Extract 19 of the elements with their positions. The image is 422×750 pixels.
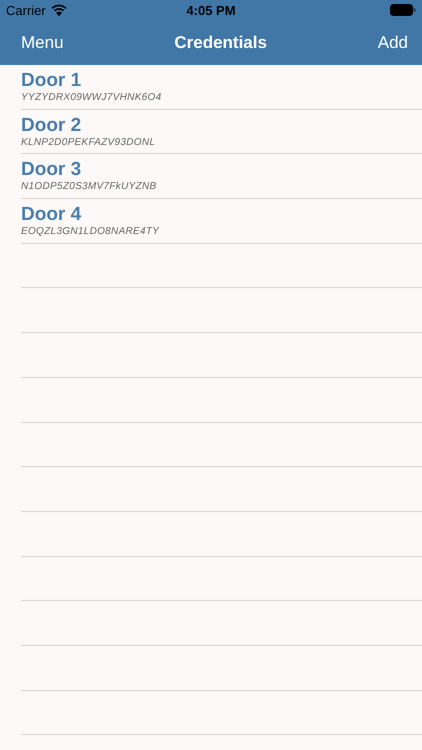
credential-code: N1ODP5Z0S3MV7FkUYZNB	[21, 180, 158, 194]
screen-title: Credentials	[174, 32, 267, 52]
status-time: 4:05 PM	[186, 2, 236, 18]
credential-name: Door 3	[21, 159, 82, 180]
menu-button[interactable]: Menu	[21, 32, 64, 52]
credential-row[interactable]: Door 4 EOQZL3GN1LDO8NARE4TY	[21, 199, 422, 244]
credential-row[interactable]: Door 2 KLNP2D0PEKFAZV93DONL	[21, 110, 422, 154]
credential-row[interactable]: Door 3 N1ODP5Z0S3MV7FkUYZNB	[21, 154, 422, 200]
credential-name: Door 2	[21, 114, 82, 136]
credential-code: YYZYDRX09WWJ7VHNK6O4	[21, 90, 162, 104]
battery-icon	[390, 4, 416, 16]
wifi-icon	[50, 4, 67, 16]
credential-code: KLNP2D0PEKFAZV93DONL	[21, 136, 156, 149]
credential-name: Door 1	[21, 70, 82, 91]
credential-code: EOQZL3GN1LDO8NARE4TY	[21, 224, 160, 238]
carrier-label: Carrier	[6, 2, 46, 18]
add-button[interactable]: Add	[378, 32, 408, 52]
credential-name: Door 4	[21, 204, 82, 225]
credential-row[interactable]: Door 1 YYZYDRX09WWJ7VHNK6O4	[21, 65, 422, 110]
